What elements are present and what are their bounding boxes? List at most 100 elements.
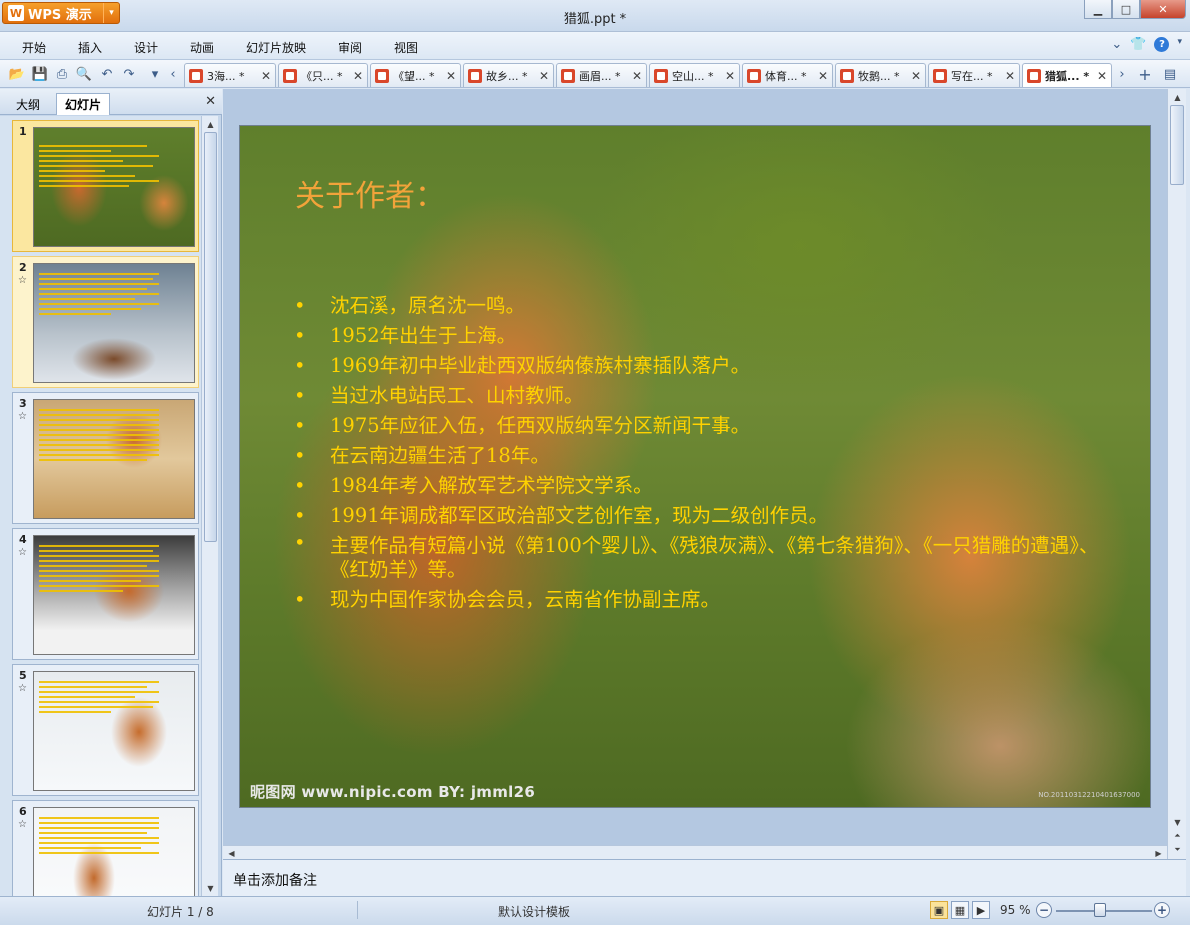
toolbar-dropdown-icon[interactable]: ▾ — [147, 66, 163, 82]
slide-number: 3 — [19, 397, 27, 410]
design-template-label[interactable]: 默认设计模板 — [498, 903, 570, 920]
horizontal-scrollbar[interactable]: ◀ ▶ — [223, 845, 1167, 859]
minimize-button[interactable]: ▁ — [1084, 0, 1112, 19]
close-panel-icon[interactable]: ✕ — [205, 94, 216, 109]
doc-tab-label: 《只... * — [301, 69, 343, 83]
help-dropdown-icon[interactable]: ▾ — [1177, 37, 1182, 52]
notes-pane[interactable]: 单击添加备注 — [223, 859, 1186, 896]
redo-icon[interactable]: ↷ — [121, 66, 137, 82]
doc-tab-2[interactable]: 《只... * ✕ — [278, 63, 368, 87]
doc-tab-label: 画眉... * — [579, 69, 621, 83]
slide-bullet-list[interactable]: 沈石溪，原名沈一鸣。 1952年出生于上海。 1969年初中毕业赴西双版纳傣族村… — [292, 291, 1102, 615]
skin-shirt-icon[interactable]: 👕 — [1130, 37, 1146, 52]
ppt-file-icon — [468, 68, 482, 83]
doc-tab-1[interactable]: 3海... * ✕ — [184, 63, 276, 87]
tab-outline[interactable]: 大纲 — [8, 93, 48, 115]
close-tab-icon[interactable]: ✕ — [725, 69, 735, 83]
close-tab-icon[interactable]: ✕ — [261, 69, 271, 83]
doc-tab-9[interactable]: 写在... * ✕ — [928, 63, 1020, 87]
doc-tab-label: 空山... * — [672, 69, 714, 83]
menu-animation[interactable]: 动画 — [190, 39, 214, 56]
menu-review[interactable]: 审阅 — [338, 39, 362, 56]
close-tab-icon[interactable]: ✕ — [632, 69, 642, 83]
open-folder-icon[interactable]: 📂 — [9, 66, 25, 82]
new-tab-plus-icon[interactable]: + — [1137, 65, 1153, 84]
menu-design[interactable]: 设计 — [134, 39, 158, 56]
scrollbar-thumb[interactable] — [204, 132, 217, 542]
zoom-level: 95 % — [1000, 903, 1031, 917]
tab-slides[interactable]: 幻灯片 — [56, 93, 111, 115]
slide-title[interactable]: 关于作者： — [295, 171, 445, 215]
tabs-scroll-left-icon[interactable]: ‹ — [165, 66, 181, 82]
slide-thumbnail[interactable]: 1 — [12, 120, 199, 252]
scroll-down-icon[interactable]: ▼ — [202, 881, 219, 895]
slide-preview — [33, 399, 195, 519]
ppt-file-icon — [654, 68, 668, 83]
help-icon[interactable]: ? — [1154, 37, 1170, 52]
bullet-item: 现为中国作家协会会员，云南省作协副主席。 — [292, 585, 1102, 615]
slide-thumbnail[interactable]: 6 ☆ — [12, 800, 199, 896]
bullet-item: 主要作品有短篇小说《第100个婴儿》、《残狼灰满》、《第七条猎狗》、《一只猎雕的… — [292, 531, 1102, 585]
quick-access-toolbar: 📂 💾 ⎙ 🔍 ↶ ↷ ▾ ‹ 3海... * ✕ 《只... * ✕ 《望..… — [0, 60, 1190, 88]
animation-star-icon: ☆ — [18, 683, 27, 694]
doc-tab-6[interactable]: 空山... * ✕ — [649, 63, 740, 87]
doc-tab-active[interactable]: 猎狐... * ✕ — [1022, 63, 1112, 87]
menu-insert[interactable]: 插入 — [78, 39, 102, 56]
scroll-up-icon[interactable]: ▲ — [202, 117, 219, 131]
thumbnail-scrollbar[interactable]: ▲ ▼ — [201, 116, 218, 896]
doc-tab-label: 3海... * — [207, 69, 245, 83]
maximize-button[interactable]: □ — [1112, 0, 1140, 19]
bullet-item: 1952年出生于上海。 — [292, 321, 1102, 351]
slide-scrollbar[interactable]: ▲ ▼ ⏶ ⏷ — [1167, 89, 1186, 859]
close-tab-icon[interactable]: ✕ — [446, 69, 456, 83]
scroll-right-icon[interactable]: ▶ — [1150, 846, 1167, 860]
slideshow-view-icon[interactable]: ▶ — [972, 901, 990, 919]
slides-panel: 大纲 幻灯片 ✕ 1 2 ☆ 3 ☆ 4 ☆ 5 ☆ 6 ☆ ▲ ▼ — [0, 89, 222, 896]
close-tab-icon[interactable]: ✕ — [911, 69, 921, 83]
close-tab-icon[interactable]: ✕ — [353, 69, 363, 83]
zoom-out-icon[interactable]: − — [1036, 902, 1052, 918]
save-icon[interactable]: 💾 — [32, 66, 48, 82]
close-tab-icon[interactable]: ✕ — [1005, 69, 1015, 83]
slide-thumbnail[interactable]: 4 ☆ — [12, 528, 199, 660]
slide-sorter-view-icon[interactable]: ▦ — [951, 901, 969, 919]
previous-slide-icon[interactable]: ⏶ — [1169, 829, 1186, 843]
scroll-up-icon[interactable]: ▲ — [1169, 90, 1186, 104]
slide-preview — [33, 263, 195, 383]
doc-tab-5[interactable]: 画眉... * ✕ — [556, 63, 647, 87]
scrollbar-thumb[interactable] — [1170, 105, 1184, 185]
scroll-left-icon[interactable]: ◀ — [223, 846, 240, 860]
zoom-in-icon[interactable]: + — [1154, 902, 1170, 918]
next-slide-icon[interactable]: ⏷ — [1169, 843, 1186, 857]
tabs-scroll-right-icon[interactable]: › — [1114, 66, 1130, 82]
slide-number: 6 — [19, 805, 27, 818]
slide-thumbnail[interactable]: 3 ☆ — [12, 392, 199, 524]
doc-tab-7[interactable]: 体育... * ✕ — [742, 63, 833, 87]
slide-counter: 幻灯片 1 / 8 — [147, 905, 214, 919]
close-tab-icon[interactable]: ✕ — [539, 69, 549, 83]
undo-icon[interactable]: ↶ — [99, 66, 115, 82]
print-preview-icon[interactable]: 🔍 — [76, 66, 92, 82]
menu-view[interactable]: 视图 — [394, 39, 418, 56]
print-icon[interactable]: ⎙ — [54, 66, 70, 82]
scroll-down-icon[interactable]: ▼ — [1169, 815, 1186, 829]
doc-tab-4[interactable]: 故乡... * ✕ — [463, 63, 554, 87]
slide-editor: 关于作者： 沈石溪，原名沈一鸣。 1952年出生于上海。 1969年初中毕业赴西… — [223, 89, 1167, 845]
close-tab-icon[interactable]: ✕ — [1097, 69, 1107, 83]
doc-tab-8[interactable]: 牧鹅... * ✕ — [835, 63, 926, 87]
close-tab-icon[interactable]: ✕ — [818, 69, 828, 83]
collapse-ribbon-icon[interactable]: ⌄ — [1111, 37, 1122, 52]
close-window-button[interactable]: ✕ — [1140, 0, 1186, 19]
menu-home[interactable]: 开始 — [22, 39, 46, 56]
animation-star-icon: ☆ — [18, 275, 27, 286]
doc-tab-3[interactable]: 《望... * ✕ — [370, 63, 461, 87]
ppt-file-icon — [561, 68, 575, 83]
menu-slideshow[interactable]: 幻灯片放映 — [246, 39, 306, 56]
normal-view-icon[interactable]: ▣ — [930, 901, 948, 919]
tab-list-icon[interactable]: ▤ — [1162, 66, 1178, 82]
slide-thumbnail[interactable]: 2 ☆ — [12, 256, 199, 388]
zoom-slider-knob[interactable] — [1094, 903, 1106, 917]
current-slide[interactable]: 关于作者： 沈石溪，原名沈一鸣。 1952年出生于上海。 1969年初中毕业赴西… — [239, 125, 1151, 808]
slide-thumbnail[interactable]: 5 ☆ — [12, 664, 199, 796]
notes-placeholder[interactable]: 单击添加备注 — [233, 870, 317, 890]
